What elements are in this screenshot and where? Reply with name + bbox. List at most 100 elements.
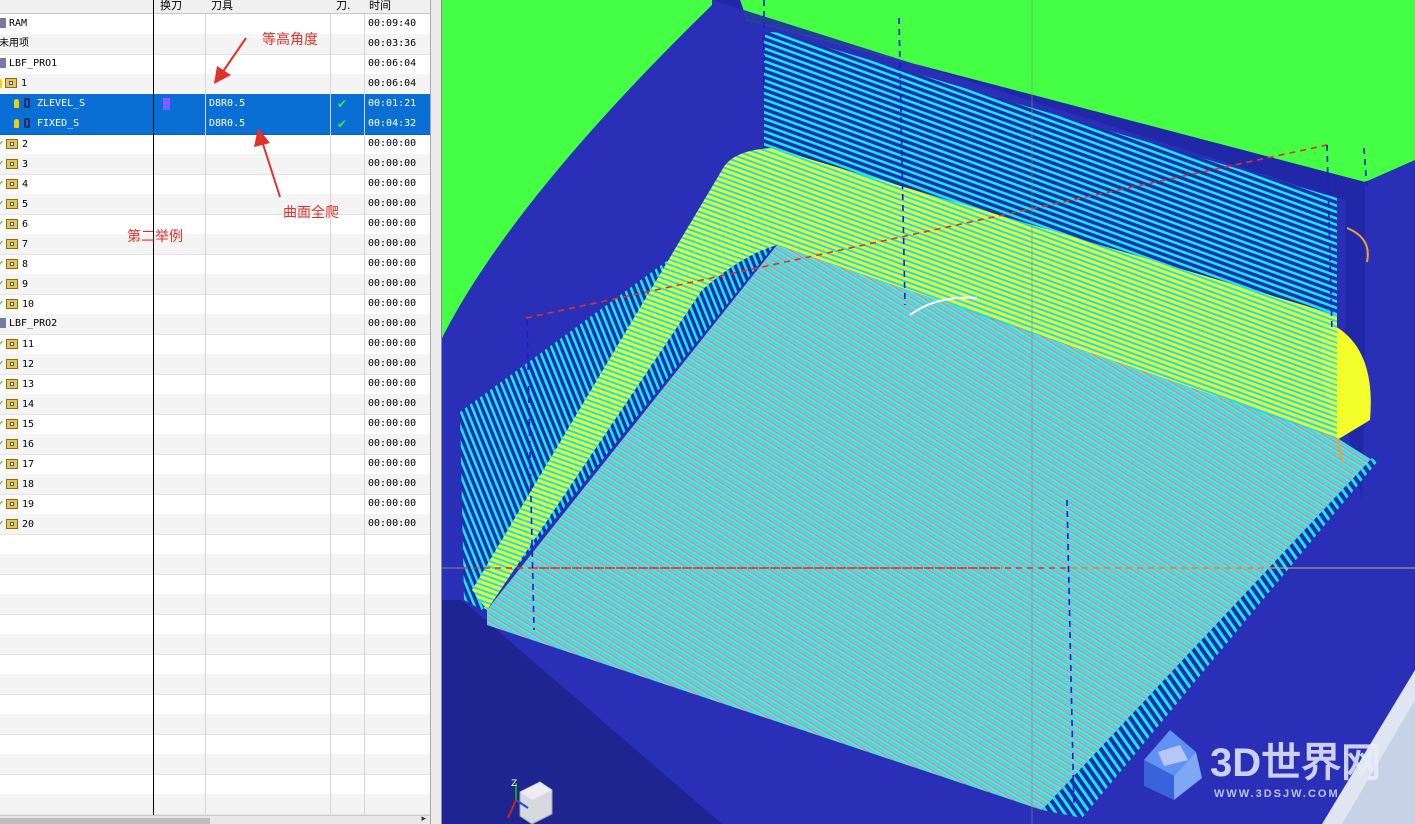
row-name-label: 2: [22, 139, 29, 150]
group-row[interactable]: ✓ 2 00:00:00: [0, 134, 430, 155]
folder-icon: [6, 439, 18, 449]
group-row[interactable]: ✓ 14 00:00:00: [0, 394, 430, 415]
row-name-cell: ✓ 17: [0, 454, 34, 475]
group-row[interactable]: ✓ 11 00:00:00: [0, 334, 430, 355]
folder-icon: [6, 519, 18, 529]
group-row[interactable]: ✓ 12 00:00:00: [0, 354, 430, 375]
empty-row: [0, 674, 430, 695]
group-row[interactable]: ✓ 6 00:00:00: [0, 214, 430, 235]
group-row[interactable]: ✓ 5 00:00:00: [0, 194, 430, 215]
column-header-exchange[interactable]: 换刀: [160, 0, 182, 12]
watermark-title: 3D世界网: [1210, 741, 1381, 785]
group-row[interactable]: ✓ 15 00:00:00: [0, 414, 430, 435]
annotation-zlevel: 等高角度: [262, 32, 318, 48]
row-name-cell: ✓ 20: [0, 514, 34, 535]
folder-icon: [6, 279, 18, 289]
row-time-cell: 00:00:00: [368, 358, 417, 369]
operation-row[interactable]: FIXED_S D8R0.5 ✔ 00:04:32: [0, 114, 430, 135]
program-icon: [0, 18, 6, 28]
folder-icon: [6, 159, 18, 169]
group-row[interactable]: ✓ 19 00:00:00: [0, 494, 430, 515]
scroll-right-icon[interactable]: ▸: [421, 814, 426, 824]
column-header-time[interactable]: 时间: [369, 0, 391, 12]
operation-icon: [22, 97, 34, 109]
navigator-horizontal-scrollbar[interactable]: ▸: [0, 814, 430, 824]
row-time-cell: 00:06:04: [368, 78, 417, 89]
row-time-cell: 00:00:00: [368, 418, 417, 429]
axis-z-label: Z: [511, 779, 517, 789]
row-name-cell: ✓ 6: [0, 214, 28, 235]
row-name-label: 15: [22, 419, 35, 430]
column-header-tool[interactable]: 刀具: [211, 0, 233, 12]
row-name-label: RAM: [9, 18, 28, 29]
empty-row: [0, 634, 430, 655]
row-name-cell: LBF_PRO2: [0, 314, 57, 334]
warning-bulb-icon: [14, 118, 19, 128]
row-tool-cell: D8R0.5: [209, 118, 246, 129]
row-name-cell: ✓ 10: [0, 294, 34, 315]
row-time-cell: 00:01:21: [368, 98, 417, 109]
folder-icon: [6, 299, 18, 309]
row-name-cell: ✓ 7: [0, 234, 28, 255]
row-time-cell: 00:03:36: [368, 38, 417, 49]
row-name-label: 未用项: [0, 38, 29, 49]
operation-navigator: 换刀 刀具 刀. 时间 RAM 00:09:40 未用项 00:03:36 LBF_PR…: [0, 0, 430, 824]
row-name-label: 6: [22, 219, 29, 230]
row-tool-cell: D8R0.5: [209, 98, 246, 109]
program-row[interactable]: LBF_PRO2 00:00:00: [0, 314, 430, 335]
row-time-cell: 00:00:00: [368, 478, 417, 489]
group-row[interactable]: ✓ 9 00:00:00: [0, 274, 430, 295]
group-row[interactable]: ✓ 16 00:00:00: [0, 434, 430, 455]
group-row[interactable]: ✓ 4 00:00:00: [0, 174, 430, 195]
group-row[interactable]: ✓ 17 00:00:00: [0, 454, 430, 475]
group-row[interactable]: ✓ 18 00:00:00: [0, 474, 430, 495]
panel-splitter[interactable]: [430, 0, 442, 824]
group-row[interactable]: ✓ 20 00:00:00: [0, 514, 430, 535]
group-row[interactable]: ✓ 13 00:00:00: [0, 374, 430, 395]
group-row[interactable]: ✓ 7 00:00:00: [0, 234, 430, 255]
group-row[interactable]: ✓ 10 00:00:00: [0, 294, 430, 315]
row-name-label: 20: [22, 519, 35, 530]
column-header-tool-number[interactable]: 刀.: [336, 0, 351, 12]
folder-icon: [6, 479, 18, 489]
empty-row: [0, 574, 430, 595]
row-name-cell: ✓ 19: [0, 494, 34, 515]
row-time-cell: 00:00:00: [368, 398, 417, 409]
program-row[interactable]: RAM 00:09:40: [0, 14, 430, 35]
row-name-cell: ✓ 2: [0, 134, 28, 155]
empty-row: [0, 614, 430, 635]
program-row[interactable]: LBF_PRO1 00:06:04: [0, 54, 430, 75]
row-name-label: 4: [22, 179, 29, 190]
group-row[interactable]: ✓ 3 00:00:00: [0, 154, 430, 175]
program-row[interactable]: 未用项 00:03:36: [0, 34, 430, 55]
empty-row: [0, 734, 430, 755]
navigator-header: 换刀 刀具 刀. 时间: [0, 0, 430, 14]
tool-path-ok-icon: ✔: [337, 117, 348, 131]
row-name-cell: 1: [0, 74, 27, 94]
row-time-cell: 00:06:04: [368, 58, 417, 69]
row-time-cell: 00:00:00: [368, 298, 417, 309]
folder-icon: [6, 339, 18, 349]
folder-icon: [6, 179, 18, 189]
row-time-cell: 00:00:00: [368, 158, 417, 169]
graphics-viewport[interactable]: Z 3D世界网 WWW.3DSJW.COM: [442, 0, 1415, 824]
annotation-fixed: 曲面全爬: [283, 205, 339, 221]
group-row[interactable]: 1 00:06:04: [0, 74, 430, 95]
folder-icon: [6, 359, 18, 369]
toolpath-scene[interactable]: Z 3D世界网 WWW.3DSJW.COM: [442, 0, 1415, 824]
scrollbar-thumb[interactable]: [0, 818, 210, 824]
group-row[interactable]: ✓ 8 00:00:00: [0, 254, 430, 275]
folder-icon: [6, 219, 18, 229]
operation-row[interactable]: ZLEVEL_S D8R0.5 ✔ 00:01:21: [0, 94, 430, 115]
row-name-cell: ✓ 12: [0, 354, 34, 375]
row-name-cell: ✓ 13: [0, 374, 34, 395]
column-divider: [330, 14, 331, 814]
row-time-cell: 00:00:00: [368, 378, 417, 389]
empty-row: [0, 794, 430, 815]
row-time-cell: 00:00:00: [368, 218, 417, 229]
empty-row: [0, 694, 430, 715]
folder-icon: [6, 399, 18, 409]
annotation-example: 第二举例: [127, 229, 183, 245]
exchange-column-divider: [153, 0, 154, 815]
row-time-cell: 00:00:00: [368, 258, 417, 269]
